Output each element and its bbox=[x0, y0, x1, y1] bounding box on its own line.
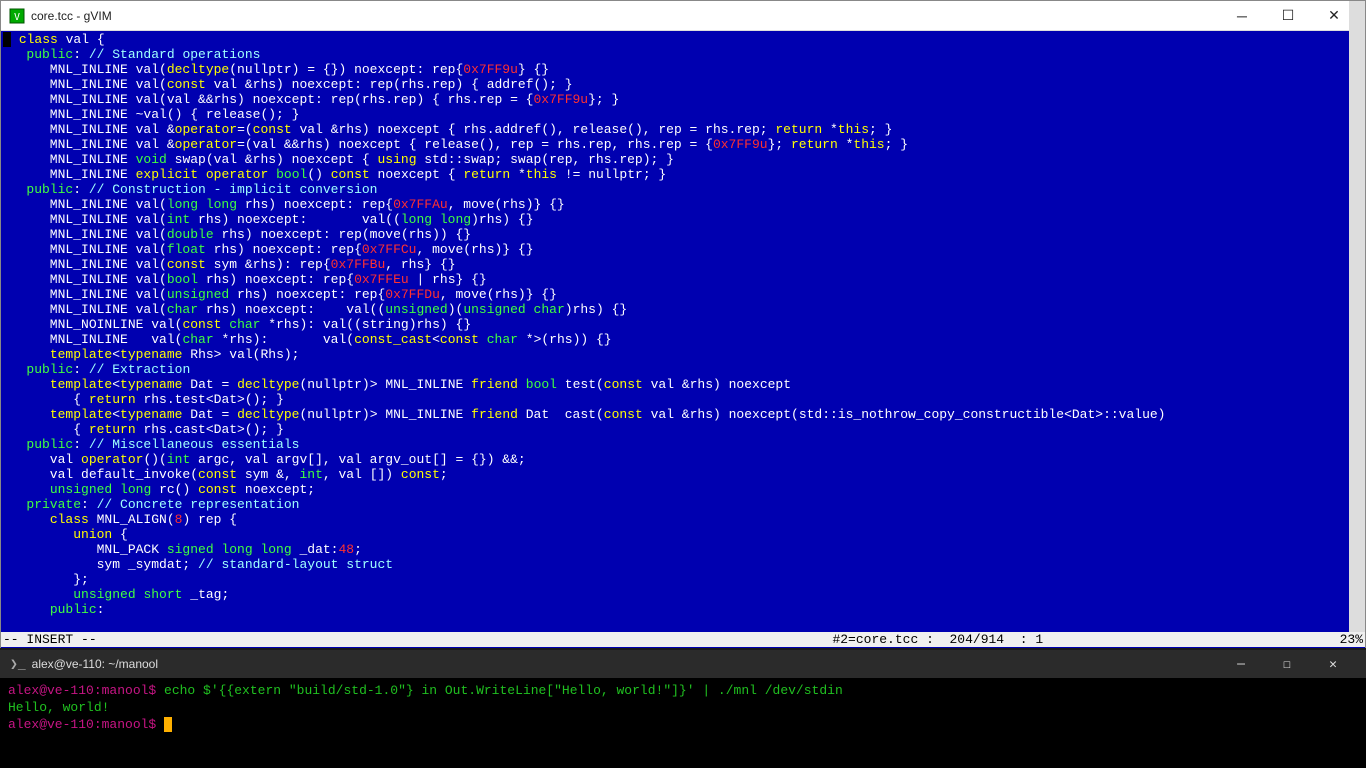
code-line: public: bbox=[1, 602, 1365, 617]
code-line: val default_invoke(const sym &, int, val… bbox=[1, 467, 1365, 482]
code-line: MNL_INLINE val(val &&rhs) noexcept: rep(… bbox=[1, 92, 1365, 107]
code-line: MNL_INLINE val(unsigned rhs) noexcept: r… bbox=[1, 287, 1365, 302]
terminal-line: alex@ve-110:manool$ echo $'{{extern "bui… bbox=[8, 682, 1358, 699]
code-line: MNL_INLINE val(bool rhs) noexcept: rep{0… bbox=[1, 272, 1365, 287]
terminal-minimize-button[interactable]: ─ bbox=[1218, 650, 1264, 678]
code-line: MNL_INLINE explicit operator bool() cons… bbox=[1, 167, 1365, 182]
code-line: MNL_INLINE val(const val &rhs) noexcept:… bbox=[1, 77, 1365, 92]
code-line: private: // Concrete representation bbox=[1, 497, 1365, 512]
gvim-window: V core.tcc - gVIM ─ ☐ ✕ class val { publ… bbox=[0, 0, 1366, 648]
code-line: template<typename Dat = decltype(nullptr… bbox=[1, 407, 1365, 422]
code-line: val operator()(int argc, val argv[], val… bbox=[1, 452, 1365, 467]
code-line: MNL_NOINLINE val(const char *rhs): val((… bbox=[1, 317, 1365, 332]
terminal-window-controls: ─ ☐ ✕ bbox=[1218, 650, 1356, 678]
code-line: MNL_INLINE val &operator=(const val &rhs… bbox=[1, 122, 1365, 137]
gvim-editor-pane[interactable]: class val { public: // Standard operatio… bbox=[1, 31, 1365, 648]
code-line: unsigned long rc() const noexcept; bbox=[1, 482, 1365, 497]
minimize-button[interactable]: ─ bbox=[1219, 1, 1265, 31]
code-line: template<typename Rhs> val(Rhs); bbox=[1, 347, 1365, 362]
code-line: MNL_INLINE val(long long rhs) noexcept: … bbox=[1, 197, 1365, 212]
terminal-line: Hello, world! bbox=[8, 699, 1358, 716]
gvim-app-icon: V bbox=[9, 8, 25, 24]
code-line: MNL_INLINE val(int rhs) noexcept: val((l… bbox=[1, 212, 1365, 227]
gvim-titlebar[interactable]: V core.tcc - gVIM ─ ☐ ✕ bbox=[1, 1, 1365, 31]
terminal-close-button[interactable]: ✕ bbox=[1310, 650, 1356, 678]
terminal-cmd-icon: ❯_ bbox=[10, 657, 26, 672]
terminal-line: alex@ve-110:manool$ bbox=[8, 716, 1358, 733]
code-line: MNL_PACK signed long long _dat:48; bbox=[1, 542, 1365, 557]
terminal-titlebar[interactable]: ❯_ alex@ve-110: ~/manool ─ ☐ ✕ bbox=[0, 650, 1366, 678]
code-line: union { bbox=[1, 527, 1365, 542]
code-line: MNL_INLINE void swap(val &rhs) noexcept … bbox=[1, 152, 1365, 167]
code-line: public: // Construction - implicit conve… bbox=[1, 182, 1365, 197]
code-line: public: // Standard operations bbox=[1, 47, 1365, 62]
terminal-cursor bbox=[164, 717, 172, 732]
code-line: MNL_INLINE val(decltype(nullptr) = {}) n… bbox=[1, 62, 1365, 77]
code-line: public: // Extraction bbox=[1, 362, 1365, 377]
code-line: template<typename Dat = decltype(nullptr… bbox=[1, 377, 1365, 392]
code-line: sym _symdat; // standard-layout struct bbox=[1, 557, 1365, 572]
terminal-maximize-button[interactable]: ☐ bbox=[1264, 650, 1310, 678]
code-line: { return rhs.cast<Dat>(); } bbox=[1, 422, 1365, 437]
gvim-window-controls: ─ ☐ ✕ bbox=[1219, 1, 1357, 31]
code-line: }; bbox=[1, 572, 1365, 587]
code-line: MNL_INLINE ~val() { release(); } bbox=[1, 107, 1365, 122]
code-line: { return rhs.test<Dat>(); } bbox=[1, 392, 1365, 407]
code-line: MNL_INLINE val &operator=(val &&rhs) noe… bbox=[1, 137, 1365, 152]
gvim-mode-indicator: -- INSERT -- bbox=[3, 632, 97, 647]
gvim-scrollbar[interactable] bbox=[1349, 1, 1365, 647]
code-line: class val { bbox=[1, 32, 1365, 47]
terminal-window: ❯_ alex@ve-110: ~/manool ─ ☐ ✕ alex@ve-1… bbox=[0, 650, 1366, 768]
gvim-status-line: -- INSERT -- #2=core.tcc : 204/914 : 1 2… bbox=[1, 632, 1365, 647]
terminal-title: alex@ve-110: ~/manool bbox=[32, 657, 1218, 671]
terminal-body[interactable]: alex@ve-110:manool$ echo $'{{extern "bui… bbox=[0, 678, 1366, 737]
code-line: MNL_INLINE val(double rhs) noexcept: rep… bbox=[1, 227, 1365, 242]
maximize-button[interactable]: ☐ bbox=[1265, 1, 1311, 31]
code-line: public: // Miscellaneous essentials bbox=[1, 437, 1365, 452]
svg-text:V: V bbox=[14, 12, 20, 23]
code-line: MNL_INLINE val(float rhs) noexcept: rep{… bbox=[1, 242, 1365, 257]
gvim-status-right: #2=core.tcc : 204/914 : 1 23% bbox=[832, 632, 1363, 647]
code-line: MNL_INLINE val(char rhs) noexcept: val((… bbox=[1, 302, 1365, 317]
code-line: MNL_INLINE val(char *rhs): val(const_cas… bbox=[1, 332, 1365, 347]
code-line: class MNL_ALIGN(8) rep { bbox=[1, 512, 1365, 527]
code-line: unsigned short _tag; bbox=[1, 587, 1365, 602]
editor-cursor bbox=[3, 32, 11, 47]
gvim-title: core.tcc - gVIM bbox=[31, 9, 1219, 23]
code-line: MNL_INLINE val(const sym &rhs): rep{0x7F… bbox=[1, 257, 1365, 272]
